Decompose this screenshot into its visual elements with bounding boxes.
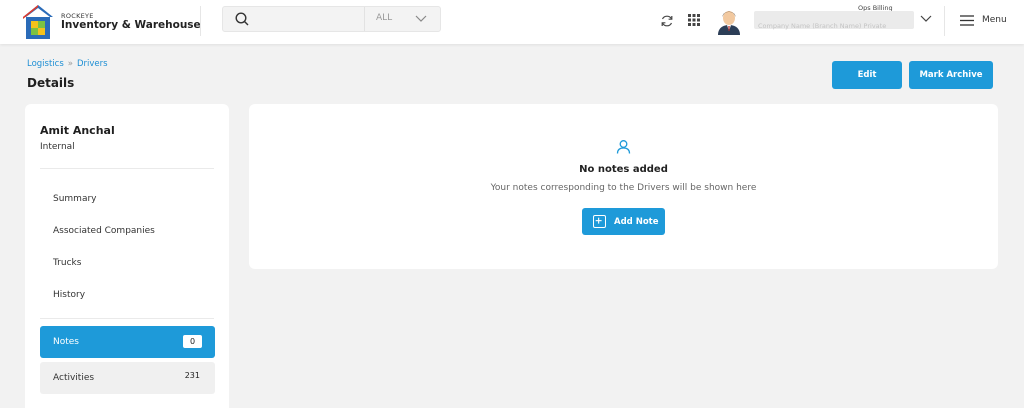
header-divider bbox=[200, 6, 201, 36]
mark-archive-button[interactable]: Mark Archive bbox=[909, 61, 993, 89]
chevron-down-icon[interactable] bbox=[920, 15, 932, 23]
breadcrumb: Logistics» Drivers bbox=[27, 59, 108, 69]
top-bar: ROCKEYE Inventory & Warehouse ALL Ops Bi… bbox=[0, 0, 1024, 44]
refresh-icon[interactable] bbox=[660, 14, 674, 28]
sidebar-item-notes[interactable]: Notes 0 bbox=[40, 326, 215, 358]
sidebar-divider bbox=[40, 318, 214, 319]
empty-state-subtitle: Your notes corresponding to the Drivers … bbox=[490, 183, 757, 193]
driver-type: Internal bbox=[40, 142, 75, 152]
add-note-label: Add Note bbox=[614, 217, 659, 227]
details-sidebar: Amit Anchal Internal Summary Associated … bbox=[25, 104, 229, 408]
empty-state-title: No notes added bbox=[579, 164, 668, 175]
notes-panel: No notes added Your notes corresponding … bbox=[249, 104, 998, 269]
add-note-button[interactable]: Add Note bbox=[582, 208, 665, 235]
sidebar-item-summary[interactable]: Summary bbox=[53, 194, 97, 204]
hamburger-menu-icon[interactable] bbox=[960, 15, 974, 26]
sidebar-item-label: Activities bbox=[53, 373, 95, 383]
menu-label[interactable]: Menu bbox=[982, 15, 1007, 25]
sidebar-item-activities[interactable]: Activities 231 bbox=[40, 362, 215, 394]
header-divider bbox=[944, 6, 945, 36]
activities-count-badge: 231 bbox=[184, 371, 200, 380]
user-avatar[interactable] bbox=[716, 7, 742, 35]
user-company: Company Name (Branch Name) Private bbox=[758, 22, 887, 30]
chevron-down-icon[interactable] bbox=[415, 15, 427, 23]
search-icon[interactable] bbox=[235, 12, 249, 26]
breadcrumb-drivers[interactable]: Drivers bbox=[77, 59, 108, 69]
search-filter-select[interactable]: ALL bbox=[376, 13, 392, 23]
notes-count-badge: 0 bbox=[183, 335, 202, 348]
apps-grid-icon[interactable] bbox=[687, 13, 701, 27]
search-input[interactable] bbox=[255, 10, 359, 28]
sidebar-item-label: Notes bbox=[53, 337, 79, 347]
edit-button[interactable]: Edit bbox=[832, 61, 902, 89]
sidebar-item-associated-companies[interactable]: Associated Companies bbox=[53, 226, 155, 236]
sidebar-item-trucks[interactable]: Trucks bbox=[53, 258, 81, 268]
plus-icon bbox=[593, 215, 606, 228]
search-bar: ALL bbox=[222, 6, 441, 32]
breadcrumb-logistics[interactable]: Logistics bbox=[27, 59, 64, 69]
page-title: Details bbox=[27, 76, 75, 90]
search-divider bbox=[364, 7, 365, 31]
driver-name: Amit Anchal bbox=[40, 124, 115, 137]
breadcrumb-separator-icon: » bbox=[67, 59, 73, 69]
brand-name: Inventory & Warehouse bbox=[61, 19, 201, 31]
user-outline-icon bbox=[616, 140, 631, 154]
rockeye-logo-icon[interactable] bbox=[22, 4, 54, 40]
sidebar-item-history[interactable]: History bbox=[53, 290, 85, 300]
sidebar-divider bbox=[40, 168, 214, 169]
